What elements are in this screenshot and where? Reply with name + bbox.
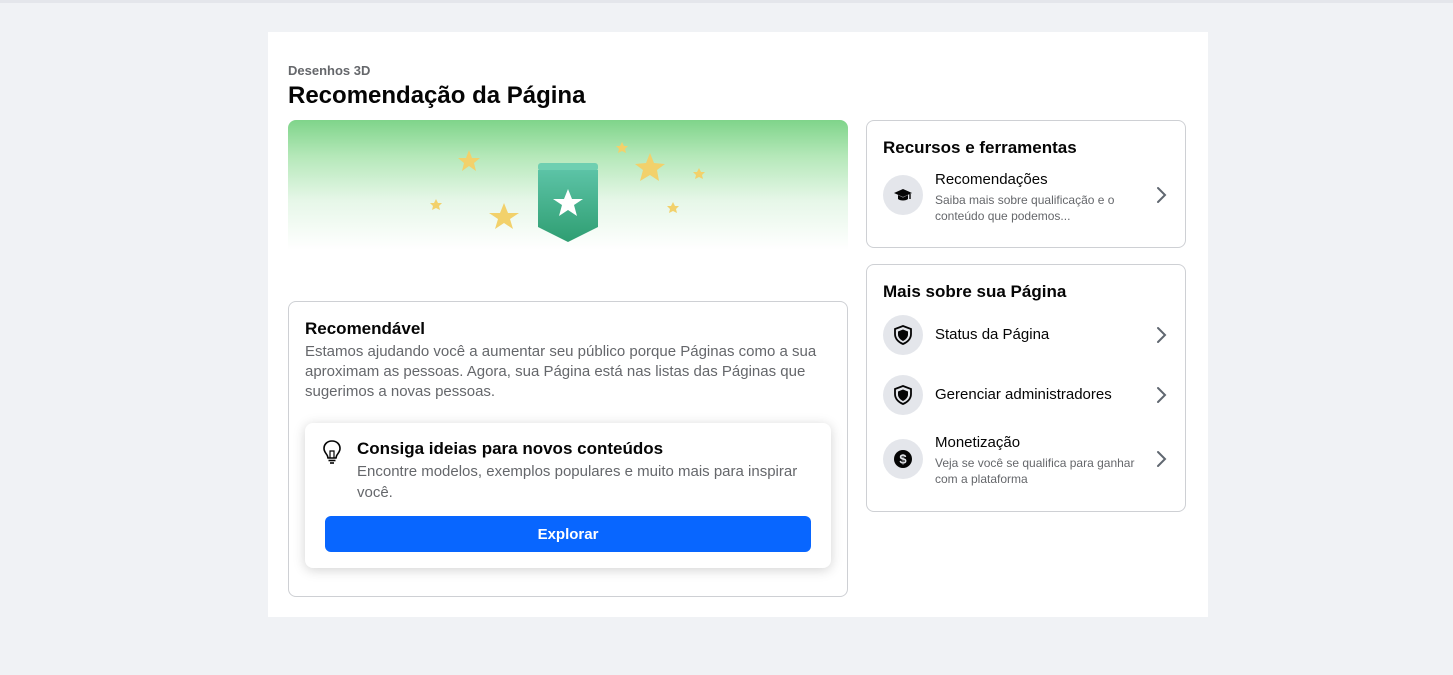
more-about-page-title: Mais sobre sua Página <box>883 282 1067 301</box>
chevron-right-icon <box>1157 387 1167 403</box>
content-ideas-card: Consiga ideias para novos conteúdos Enco… <box>305 423 831 568</box>
more-item-label: Monetização <box>935 434 1021 451</box>
resources-item-label: Recomendações <box>935 171 1048 188</box>
badge-illustration <box>430 142 705 242</box>
more-item-label: Status da Página <box>935 326 1050 343</box>
graduation-cap-icon <box>883 175 923 215</box>
recommendation-status-title: Recomendável <box>305 319 425 338</box>
star-icon <box>635 153 665 181</box>
more-item-label: Gerenciar administradores <box>935 386 1112 403</box>
chevron-right-icon <box>1157 327 1167 343</box>
resources-card: Recursos e ferramentas Recomendações Sai… <box>866 120 1186 248</box>
top-border <box>0 0 1453 3</box>
page-name: Desenhos 3D <box>288 63 371 78</box>
star-icon <box>489 203 519 229</box>
recommendation-card: Recomendável Estamos ajudando você a aum… <box>288 301 848 597</box>
more-item-manage-admins[interactable]: Gerenciar administradores <box>883 371 1171 419</box>
badge-icon <box>538 163 598 242</box>
star-icon <box>667 202 679 213</box>
svg-text:$: $ <box>899 452 907 467</box>
more-item-description: Veja se você se qualifica para ganhar co… <box>935 456 1135 486</box>
shield-icon <box>883 375 923 415</box>
resources-title: Recursos e ferramentas <box>883 138 1077 157</box>
explore-button[interactable]: Explorar <box>325 516 811 552</box>
star-icon <box>430 199 442 210</box>
content-ideas-title: Consiga ideias para novos conteúdos <box>357 439 664 458</box>
main-panel: Desenhos 3D Recomendação da Página Recom… <box>268 32 1208 617</box>
more-item-monetization[interactable]: $ Monetização Veja se você se qualifica … <box>883 434 1171 486</box>
resources-item-description: Saiba mais sobre qualificação e o conteú… <box>935 193 1115 223</box>
star-icon <box>693 168 705 179</box>
star-icon <box>616 142 628 153</box>
chevron-right-icon <box>1157 187 1167 203</box>
chevron-right-icon <box>1157 451 1167 467</box>
more-item-page-status[interactable]: Status da Página <box>883 311 1171 359</box>
content-ideas-description: Encontre modelos, exemplos populares e m… <box>357 463 798 501</box>
page-title: Recomendação da Página <box>288 82 586 109</box>
lightbulb-icon <box>323 440 341 464</box>
recommendation-column: Recomendável Estamos ajudando você a aum… <box>288 120 848 597</box>
star-icon <box>458 150 480 171</box>
more-about-page-card: Mais sobre sua Página Status da Página G… <box>866 264 1186 512</box>
resources-item-recommendations[interactable]: Recomendações Saiba mais sobre qualifica… <box>883 171 1171 223</box>
dollar-icon: $ <box>883 439 923 479</box>
recommendation-description: Estamos ajudando você a aumentar seu púb… <box>305 343 817 400</box>
shield-icon <box>883 315 923 355</box>
recommendation-banner <box>288 120 848 250</box>
